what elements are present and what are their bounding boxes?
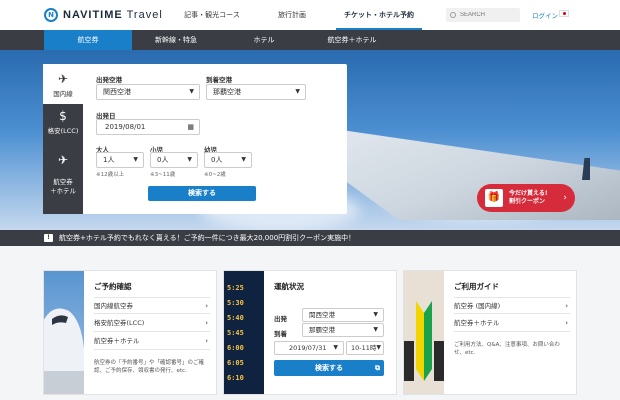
status-arrive-select[interactable]: 那覇空港 ▼ [302, 323, 384, 337]
chevron-down-icon: ▼ [376, 344, 381, 351]
depart-date-input[interactable]: 2019/08/01 ▦ [96, 119, 200, 135]
tab-shinkansen[interactable]: 新幹線・特急 [132, 30, 220, 50]
booking-type-tabs: ✈ 国内線 $ 格安(LCC) ✈ 航空券 ＋ホテル [43, 64, 83, 214]
arrive-airport-label: 到着空港 [206, 76, 232, 84]
plane-hotel-icon: ✈ [57, 153, 69, 167]
search-input[interactable] [460, 12, 516, 18]
coupon-line1: 今だけ貰える! [509, 190, 548, 197]
guide-link-air-hotel[interactable]: 航空券＋ホテル › [454, 315, 570, 332]
infant-age-note: ※0~2歳 [204, 172, 226, 178]
chevron-right-icon: › [205, 337, 208, 345]
notice-icon: ! [44, 234, 53, 242]
depart-airport-label: 出発空港 [96, 76, 122, 84]
status-depart-select[interactable]: 関西空港 ▼ [302, 308, 384, 322]
campaign-notice[interactable]: ! 航空券+ホテル予約でもれなく貰える！ご予約一件につき最大20,000円割引クー… [0, 230, 620, 246]
reservation-link-domestic[interactable]: 国内線航空券 › [94, 297, 210, 314]
plane-icon: ✈ [57, 72, 69, 86]
guide-card: ご利用ガイド 航空券 (国内線) › 航空券＋ホテル › ご利用方法、Q&A、注意事… [403, 270, 577, 395]
child-count-select[interactable]: 0人 ▼ [150, 152, 198, 168]
reservation-link-lcc[interactable]: 格安航空券(LCC) › [94, 315, 210, 332]
guide-card-title: ご利用ガイド [454, 282, 499, 291]
logo-suffix: Travel [126, 9, 163, 21]
login-link[interactable]: ログイン [532, 10, 558, 20]
chevron-down-icon: ▼ [133, 156, 138, 163]
notice-text: 航空券+ホテル予約でもれなく貰える！ご予約一件につき最大20,000円割引クーポ… [59, 234, 356, 242]
coupon-banner[interactable]: 🎁 今だけ貰える! 割引クーポン › [477, 184, 575, 212]
booking-tab-air-hotel[interactable]: ✈ 航空券 ＋ホテル [43, 140, 83, 195]
chevron-right-icon: › [205, 319, 208, 327]
booking-tab-lcc[interactable]: $ 格安(LCC) [43, 104, 83, 138]
chevron-down-icon: ▼ [189, 88, 194, 95]
chevron-right-icon: › [565, 319, 568, 327]
child-age-note: ※3~11歳 [150, 172, 176, 178]
adult-age-note: ※12歳以上 [96, 172, 125, 178]
status-search-button[interactable]: 検索する ⧉ [274, 360, 384, 376]
arrive-airport-select[interactable]: 那覇空港 ▼ [206, 84, 306, 100]
dollar-icon: $ [59, 109, 67, 123]
chevron-down-icon: ▼ [373, 326, 378, 333]
gift-icon: 🎁 [485, 189, 503, 207]
status-depart-label: 出発 [274, 315, 287, 323]
booking-panel: ✈ 国内線 $ 格安(LCC) ✈ 航空券 ＋ホテル 出発空港 関西空港 ▼ 到着… [43, 64, 347, 214]
adult-count-select[interactable]: 1人 ▼ [96, 152, 144, 168]
reservation-link-air-hotel[interactable]: 航空券＋ホテル › [94, 333, 210, 350]
guide-link-domestic[interactable]: 航空券 (国内線) › [454, 297, 570, 314]
navitime-logo[interactable]: N NAVITIME Travel [44, 8, 163, 22]
reservation-card-title: ご予約確認 [94, 282, 132, 291]
tab-air-ticket[interactable]: 航空券 [44, 30, 132, 50]
booking-tab-domestic[interactable]: ✈ 国内線 [43, 64, 83, 104]
status-arrive-label: 到着 [274, 330, 287, 338]
search-icon [450, 12, 456, 18]
airplane-nose-image [44, 271, 84, 394]
nav-trip-plan[interactable]: 旅行計画 [254, 0, 330, 30]
calendar-icon[interactable]: ▦ [187, 120, 194, 134]
chevron-down-icon: ▼ [187, 156, 192, 163]
status-time-select[interactable]: 10-11時 ▼ [346, 341, 384, 355]
external-link-icon: ⧉ [375, 364, 380, 372]
tab-hotel[interactable]: ホテル [220, 30, 308, 50]
logo-mark: N [44, 8, 58, 22]
logo-brand: NAVITIME [63, 9, 123, 21]
departure-board-image: 5:25 5:30 5:40 5:45 6:00 6:05 6:10 [224, 271, 264, 394]
chevron-down-icon: ▼ [373, 311, 378, 318]
beginner-mark-image [404, 271, 444, 394]
nav-ticket-hotel[interactable]: チケット・ホテル予約 [336, 0, 422, 30]
chevron-down-icon: ▼ [295, 88, 300, 95]
nav-articles[interactable]: 記事・観光コース [176, 0, 248, 30]
status-date-select[interactable]: 2019/07/31 ▼ [274, 341, 344, 355]
coupon-line2: 割引クーポン [509, 198, 546, 205]
search-button[interactable]: 検索する [148, 186, 256, 201]
chevron-down-icon: ▼ [241, 156, 246, 163]
tab-air-hotel[interactable]: 航空券＋ホテル [308, 30, 396, 50]
japan-flag-icon[interactable] [559, 10, 569, 17]
reservation-card: ご予約確認 国内線航空券 › 格安航空券(LCC) › 航空券＋ホテル › 航空券の「… [43, 270, 217, 395]
chevron-down-icon: ▼ [333, 344, 338, 351]
reservation-card-note: 航空券の「予約番号」や「確認番号」のご確認、ご予約保存、領収書の発行、etc. [94, 360, 205, 374]
top-nav: 記事・観光コース 旅行計画 チケット・ホテル予約 [176, 0, 422, 30]
chevron-right-icon: › [565, 302, 568, 310]
search-box[interactable] [446, 8, 520, 22]
flight-status-title: 運航状況 [274, 282, 304, 291]
infant-count-select[interactable]: 0人 ▼ [204, 152, 252, 168]
site-header: N NAVITIME Travel 記事・観光コース 旅行計画 チケット・ホテル… [0, 0, 620, 30]
flight-status-card: 5:25 5:30 5:40 5:45 6:00 6:05 6:10 運航状況 … [223, 270, 397, 395]
guide-card-note: ご利用方法、Q&A、注意事項、お問い合わせ、etc. [454, 342, 560, 356]
service-tabs: 航空券 新幹線・特急 ホテル 航空券＋ホテル [0, 30, 620, 50]
depart-airport-select[interactable]: 関西空港 ▼ [96, 84, 200, 100]
chevron-right-icon: › [563, 193, 567, 203]
chevron-right-icon: › [205, 302, 208, 310]
